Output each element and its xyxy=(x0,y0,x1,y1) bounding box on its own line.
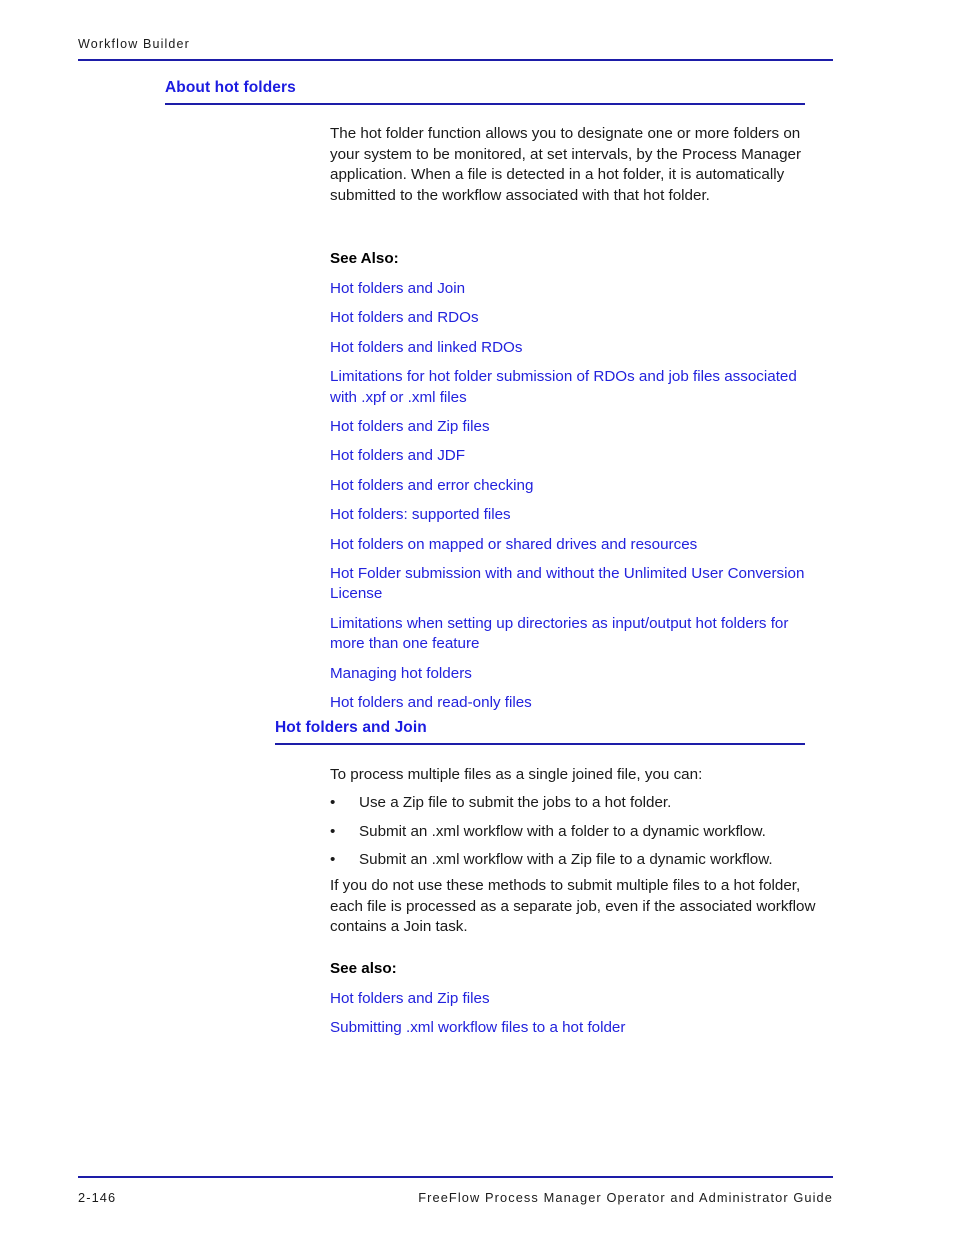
page-number: 2-146 xyxy=(78,1190,117,1205)
section-heading-divider xyxy=(165,103,805,105)
cross-reference-link[interactable]: Hot folders and Join xyxy=(330,279,827,299)
cross-reference-link[interactable]: Hot folders on mapped or shared drives a… xyxy=(330,535,827,555)
bullet-text: Submit an .xml workflow with a folder to… xyxy=(359,822,766,840)
header-divider xyxy=(78,59,833,61)
see-also-label: See also: xyxy=(330,960,397,977)
about-hot-folders-intro-paragraph: The hot folder function allows you to de… xyxy=(330,125,802,204)
running-header-title: Workflow Builder xyxy=(78,37,190,51)
join-intro-paragraph: To process multiple files as a single jo… xyxy=(330,766,703,783)
section-heading-about-hot-folders: About hot folders xyxy=(165,78,805,105)
list-item: • Submit an .xml workflow with a Zip fil… xyxy=(330,850,827,871)
list-item: Hot folders and Join xyxy=(330,279,827,299)
section-title: Hot folders and Join xyxy=(275,719,427,736)
list-item: Hot folders and linked RDOs xyxy=(330,338,827,358)
list-item: Limitations when setting up directories … xyxy=(330,614,827,655)
cross-reference-link[interactable]: Hot folders and JDF xyxy=(330,446,827,466)
list-item: Hot folders: supported files xyxy=(330,505,827,525)
join-see-also-links: Hot folders and Zip files Submitting .xm… xyxy=(330,989,827,1039)
section-heading-divider xyxy=(275,743,805,745)
cross-reference-link[interactable]: Hot Folder submission with and without t… xyxy=(330,564,827,605)
bullet-text: Use a Zip file to submit the jobs to a h… xyxy=(359,794,672,811)
running-header: Workflow Builder xyxy=(78,36,833,61)
list-item: Hot folders on mapped or shared drives a… xyxy=(330,535,827,555)
page-footer: 2-146 FreeFlow Process Manager Operator … xyxy=(78,1176,833,1205)
list-item: • Use a Zip file to submit the jobs to a… xyxy=(330,793,827,814)
cross-reference-link[interactable]: Hot folders: supported files xyxy=(330,505,827,525)
bullet-list: • Use a Zip file to submit the jobs to a… xyxy=(330,793,827,871)
list-item: Limitations for hot folder submission of… xyxy=(330,367,827,408)
section-title: About hot folders xyxy=(165,79,296,96)
bullet-marker-icon: • xyxy=(330,822,336,840)
link-list: Hot folders and Join Hot folders and RDO… xyxy=(330,279,827,714)
list-item: Hot folders and Zip files xyxy=(330,417,827,437)
cross-reference-link[interactable]: Hot folders and RDOs xyxy=(330,308,827,328)
list-item: Hot folders and read-only files xyxy=(330,693,827,713)
cross-reference-link[interactable]: Hot folders and read-only files xyxy=(330,693,827,713)
list-item: Hot folders and error checking xyxy=(330,476,827,496)
cross-reference-link[interactable]: Limitations for hot folder submission of… xyxy=(330,367,827,408)
join-bullet-list-block: • Use a Zip file to submit the jobs to a… xyxy=(330,793,827,871)
cross-reference-link[interactable]: Hot folders and linked RDOs xyxy=(330,338,827,358)
bullet-marker-icon: • xyxy=(330,794,336,811)
join-see-also-block: See also: xyxy=(330,959,827,980)
document-page: Workflow Builder About hot folders The h… xyxy=(0,0,954,1235)
list-item: Hot folders and Zip files xyxy=(330,989,827,1009)
list-item: Hot Folder submission with and without t… xyxy=(330,564,827,605)
cross-reference-link[interactable]: Hot folders and error checking xyxy=(330,476,827,496)
cross-reference-link[interactable]: Managing hot folders xyxy=(330,664,827,684)
bullet-marker-icon: • xyxy=(330,851,336,869)
cross-reference-link[interactable]: Submitting .xml workflow files to a hot … xyxy=(330,1018,827,1038)
link-list: Hot folders and Zip files Submitting .xm… xyxy=(330,989,827,1039)
list-item: Hot folders and JDF xyxy=(330,446,827,466)
cross-reference-link[interactable]: Hot folders and Zip files xyxy=(330,417,827,437)
join-closing-paragraph: If you do not use these methods to submi… xyxy=(330,877,816,936)
list-item: Submitting .xml workflow files to a hot … xyxy=(330,1018,827,1038)
see-also-label: See Also: xyxy=(330,250,399,267)
footer-divider xyxy=(78,1176,833,1178)
cross-reference-link[interactable]: Limitations when setting up directories … xyxy=(330,614,827,655)
about-see-also-links: Hot folders and Join Hot folders and RDO… xyxy=(330,279,827,714)
section-heading-hot-folders-and-join: Hot folders and Join xyxy=(275,718,805,745)
guide-title: FreeFlow Process Manager Operator and Ad… xyxy=(418,1190,833,1205)
footer-row: 2-146 FreeFlow Process Manager Operator … xyxy=(78,1190,833,1205)
bullet-text: Submit an .xml workflow with a Zip file … xyxy=(359,851,773,869)
list-item: Hot folders and RDOs xyxy=(330,308,827,328)
join-closing-block: If you do not use these methods to submi… xyxy=(330,876,827,938)
cross-reference-link[interactable]: Hot folders and Zip files xyxy=(330,989,827,1009)
about-see-also-block: See Also: xyxy=(330,249,827,270)
list-item: Managing hot folders xyxy=(330,664,827,684)
about-hot-folders-intro-block: The hot folder function allows you to de… xyxy=(330,124,827,206)
list-item: • Submit an .xml workflow with a folder … xyxy=(330,822,827,843)
join-intro-block: To process multiple files as a single jo… xyxy=(330,765,827,786)
